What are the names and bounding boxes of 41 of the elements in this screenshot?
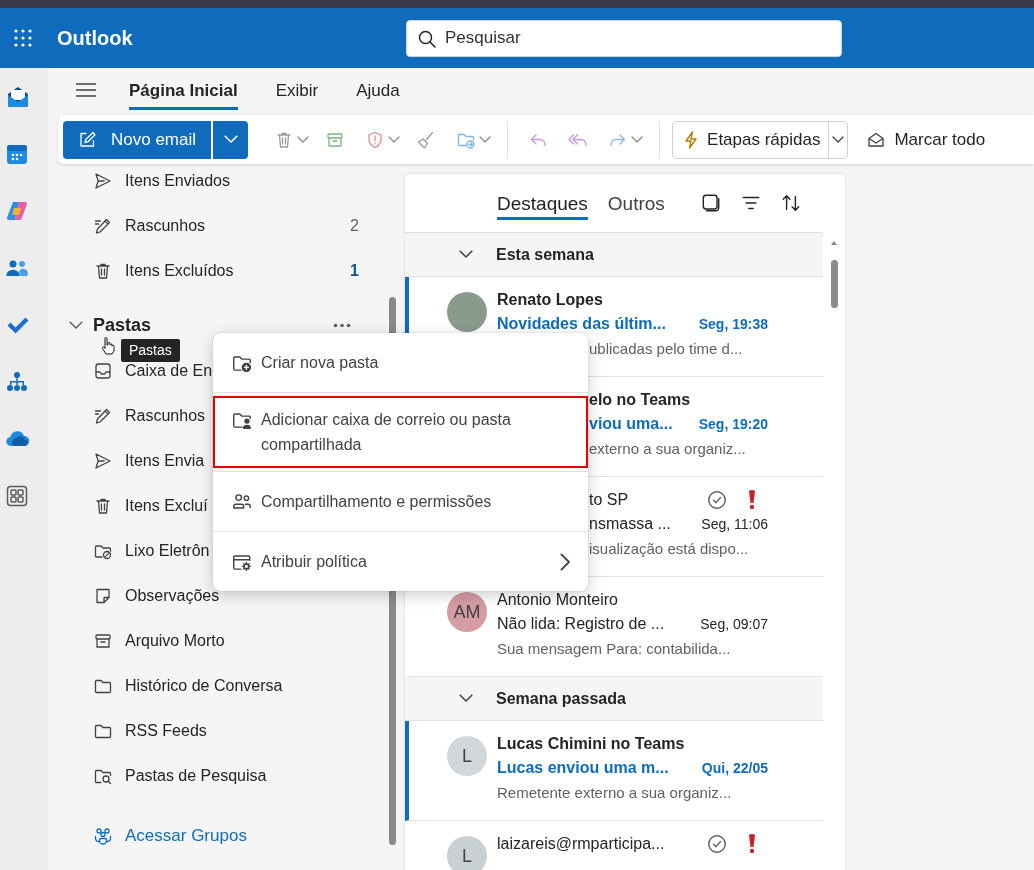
folder-label: Observações xyxy=(125,586,220,605)
message-subject: Não lida: Registro de ... xyxy=(497,615,665,633)
folder-label: Rascunhos xyxy=(125,216,206,235)
message-subject: viou uma... xyxy=(589,415,673,433)
avatar: L xyxy=(447,836,487,870)
message-time: Seg, 19:20 xyxy=(698,416,768,432)
message-preview: Remetente externo a sua organiz... xyxy=(497,783,732,801)
message-time: Seg, 09:07 xyxy=(700,616,768,632)
message-subject: nsmassa ... xyxy=(589,515,671,533)
message-preview: ublicadas pelo time d... xyxy=(589,339,743,357)
avatar: L xyxy=(447,736,487,776)
message-time: Seg, 11:06 xyxy=(701,516,768,532)
sender-name: Renato Lopes xyxy=(497,291,603,309)
tooltip: Pastas xyxy=(121,339,180,362)
folder-label: Itens Envia xyxy=(125,451,205,470)
sender-name: elo no Teams xyxy=(589,391,691,409)
sender-name: laizareis@rmparticipa... xyxy=(497,835,665,853)
folder-label: Itens Enviados xyxy=(125,171,230,190)
sender-name: Lucas Chimini no Teams xyxy=(497,735,685,753)
sender-name: to SP xyxy=(589,491,629,509)
folder-label: Lixo Eletrôn xyxy=(125,541,210,560)
unread-count: 2 xyxy=(350,216,359,235)
message-preview: externo a sua organiz... xyxy=(589,439,746,457)
unread-count: 1 xyxy=(350,261,359,280)
folder-label: Pastas de Pesquisa xyxy=(125,766,267,785)
avatar: AM xyxy=(447,592,487,632)
message-time: Seg, 19:38 xyxy=(698,316,768,332)
message-subject: Lucas enviou uma m... xyxy=(497,759,669,777)
folder-label: Itens Excluídos xyxy=(125,261,234,280)
folder-label: Histórico de Conversa xyxy=(125,676,283,695)
app-title: Outlook xyxy=(56,26,134,50)
sender-name: Antonio Monteiro xyxy=(497,591,618,609)
folder-label: Arquivo Morto xyxy=(125,631,225,650)
message-preview: Sua mensagem Para: contabilida... xyxy=(497,639,731,657)
message-subject: Novidades das últim... xyxy=(497,315,666,333)
folder-label: Itens Excluí xyxy=(125,496,208,515)
message-time: Qui, 22/05 xyxy=(701,760,768,776)
folder-label: Rascunhos xyxy=(125,406,206,425)
folder-label: RSS Feeds xyxy=(125,721,207,740)
folder-label: Caixa de En xyxy=(125,361,213,380)
message-preview: isualização está dispo... xyxy=(589,539,749,557)
